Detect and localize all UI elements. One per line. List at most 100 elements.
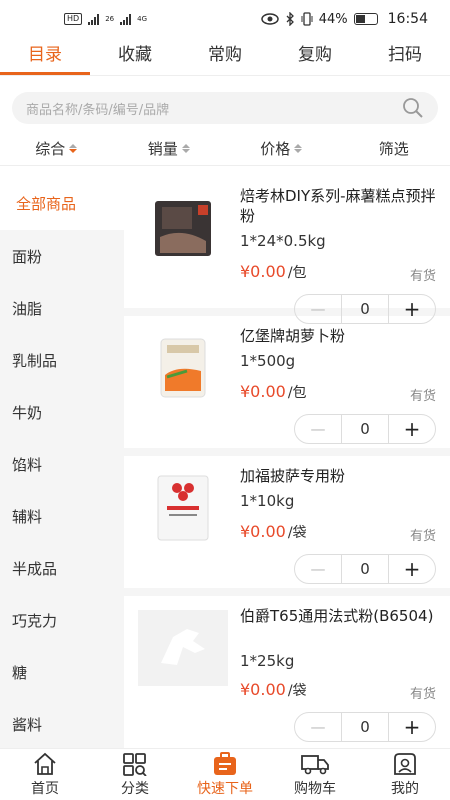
top-tabs: 目录 收藏 常购 复购 扫码 bbox=[0, 38, 450, 76]
nav-category-label: 分类 bbox=[121, 781, 149, 797]
quick-order-icon bbox=[214, 752, 236, 775]
increase-button[interactable]: + bbox=[389, 713, 435, 741]
product-price: ¥0.00/包 bbox=[240, 382, 307, 402]
dark-bag-image bbox=[155, 201, 211, 256]
category-flour[interactable]: 面粉 bbox=[0, 230, 124, 282]
product-image[interactable] bbox=[138, 330, 228, 406]
network-badge-2: 4G bbox=[137, 15, 147, 23]
product-item[interactable]: 伯爵T65通用法式粉(B6504) 1*25kg ¥0.00/袋 有货 — 0 … bbox=[124, 596, 450, 742]
status-right: 44% 16:54 bbox=[260, 11, 428, 27]
category-chocolate[interactable]: 巧克力 bbox=[0, 594, 124, 646]
product-name: 亿堡牌胡萝卜粉 bbox=[240, 327, 346, 345]
nav-profile[interactable]: 我的 bbox=[360, 749, 450, 800]
stock-status: 有货 bbox=[409, 389, 436, 404]
nav-quick-order-label: 快速下单 bbox=[197, 781, 253, 797]
category-icon bbox=[123, 753, 147, 776]
product-spec: 1*24*0.5kg bbox=[240, 232, 326, 250]
category-fat[interactable]: 油脂 bbox=[0, 282, 124, 334]
profile-icon bbox=[394, 753, 416, 775]
search-input[interactable]: 商品名称/条码/编号/品牌 bbox=[12, 92, 438, 124]
product-item[interactable]: 焙考林DIY系列-麻薯糕点预拌粉 1*24*0.5kg ¥0.00/包 有货 —… bbox=[124, 176, 450, 324]
sort-price[interactable]: 价格 bbox=[225, 138, 338, 159]
signal-icon-2 bbox=[120, 13, 132, 25]
carrot-powder-bag-image bbox=[160, 338, 206, 398]
price-unit: /包 bbox=[287, 265, 307, 281]
product-name: 加福披萨专用粉 bbox=[240, 467, 346, 485]
quantity-value[interactable]: 0 bbox=[342, 713, 389, 741]
quantity-stepper: — 0 + bbox=[294, 414, 436, 444]
product-price: ¥0.00/袋 bbox=[240, 680, 307, 700]
nav-category[interactable]: 分类 bbox=[90, 749, 180, 800]
flour-sack-image bbox=[157, 475, 209, 541]
tab-favorites[interactable]: 收藏 bbox=[90, 38, 180, 75]
clock: 16:54 bbox=[387, 11, 428, 27]
price-unit: /袋 bbox=[287, 525, 307, 541]
product-name: 焙考林DIY系列-麻薯糕点预拌粉 bbox=[240, 187, 436, 225]
filter-button[interactable]: 筛选 bbox=[338, 138, 450, 159]
search-placeholder: 商品名称/条码/编号/品牌 bbox=[26, 102, 170, 118]
category-sauce[interactable]: 酱料 bbox=[0, 698, 124, 750]
product-image[interactable] bbox=[138, 470, 228, 546]
price-unit: /包 bbox=[287, 385, 307, 401]
status-bar: HD 26 4G 44% 16:54 bbox=[0, 0, 450, 38]
home-icon bbox=[34, 752, 56, 775]
category-sugar[interactable]: 糖 bbox=[0, 646, 124, 698]
main-content: 全部商品 面粉 油脂 乳制品 牛奶 馅料 辅料 半成品 巧克力 糖 酱料 焙考林… bbox=[0, 176, 450, 751]
category-semi-finished[interactable]: 半成品 bbox=[0, 542, 124, 594]
sort-comprehensive-label: 综合 bbox=[35, 140, 66, 158]
search-icon[interactable] bbox=[402, 97, 424, 119]
product-image[interactable] bbox=[138, 190, 228, 266]
category-all[interactable]: 全部商品 bbox=[0, 176, 124, 230]
product-image[interactable] bbox=[138, 610, 228, 686]
app-screen: HD 26 4G 44% 16:54 目录 收藏 常购 复购 扫码 商品名称/条… bbox=[0, 0, 450, 800]
horse-placeholder-icon bbox=[161, 629, 205, 665]
signal-icon-1 bbox=[88, 13, 100, 25]
nav-profile-label: 我的 bbox=[391, 781, 419, 797]
decrease-button[interactable]: — bbox=[295, 555, 342, 583]
category-sidebar: 全部商品 面粉 油脂 乳制品 牛奶 馅料 辅料 半成品 巧克力 糖 酱料 bbox=[0, 176, 124, 751]
product-list: 焙考林DIY系列-麻薯糕点预拌粉 1*24*0.5kg ¥0.00/包 有货 —… bbox=[124, 176, 450, 751]
nav-home-label: 首页 bbox=[31, 781, 59, 797]
nav-home[interactable]: 首页 bbox=[0, 749, 90, 800]
category-dairy[interactable]: 乳制品 bbox=[0, 334, 124, 386]
eye-icon bbox=[260, 13, 279, 25]
product-item[interactable]: 亿堡牌胡萝卜粉 1*500g ¥0.00/包 有货 — 0 + bbox=[124, 316, 450, 456]
decrease-button[interactable]: — bbox=[295, 713, 342, 741]
increase-button[interactable]: + bbox=[389, 415, 435, 443]
category-auxiliary[interactable]: 辅料 bbox=[0, 490, 124, 542]
product-price: ¥0.00/包 bbox=[240, 262, 307, 282]
tab-frequent[interactable]: 常购 bbox=[180, 38, 270, 75]
search-area: 商品名称/条码/编号/品牌 bbox=[0, 76, 450, 132]
quantity-value[interactable]: 0 bbox=[342, 415, 389, 443]
product-spec: 1*25kg bbox=[240, 652, 295, 670]
bottom-nav: 首页 分类 快速下单 购物车 我的 bbox=[0, 748, 450, 800]
nav-cart[interactable]: 购物车 bbox=[270, 749, 360, 800]
tab-scan[interactable]: 扫码 bbox=[360, 38, 450, 75]
network-badge-1: 26 bbox=[105, 15, 115, 23]
bluetooth-icon bbox=[286, 12, 294, 26]
nav-quick-order[interactable]: 快速下单 bbox=[180, 749, 270, 800]
sort-sales[interactable]: 销量 bbox=[113, 138, 226, 159]
product-spec: 1*10kg bbox=[240, 492, 295, 510]
price-value: ¥0.00 bbox=[240, 262, 286, 281]
quantity-value[interactable]: 0 bbox=[342, 555, 389, 583]
product-spec: 1*500g bbox=[240, 352, 296, 370]
hd-badge: HD bbox=[64, 13, 83, 25]
stock-status: 有货 bbox=[409, 687, 436, 702]
price-value: ¥0.00 bbox=[240, 382, 286, 401]
product-item[interactable]: 加福披萨专用粉 1*10kg ¥0.00/袋 有货 — 0 + bbox=[124, 456, 450, 596]
category-filling[interactable]: 馅料 bbox=[0, 438, 124, 490]
decrease-button[interactable]: — bbox=[295, 415, 342, 443]
sort-arrows-icon bbox=[181, 144, 190, 153]
tab-catalog[interactable]: 目录 bbox=[0, 38, 90, 75]
price-unit: /袋 bbox=[287, 683, 307, 699]
battery-icon bbox=[353, 13, 378, 25]
sort-comprehensive[interactable]: 综合 bbox=[0, 138, 113, 159]
increase-button[interactable]: + bbox=[389, 555, 435, 583]
sort-sales-label: 销量 bbox=[147, 140, 178, 158]
tab-repurchase[interactable]: 复购 bbox=[270, 38, 360, 75]
quantity-stepper: — 0 + bbox=[294, 554, 436, 584]
price-value: ¥0.00 bbox=[240, 680, 286, 699]
category-milk[interactable]: 牛奶 bbox=[0, 386, 124, 438]
price-value: ¥0.00 bbox=[240, 522, 286, 541]
